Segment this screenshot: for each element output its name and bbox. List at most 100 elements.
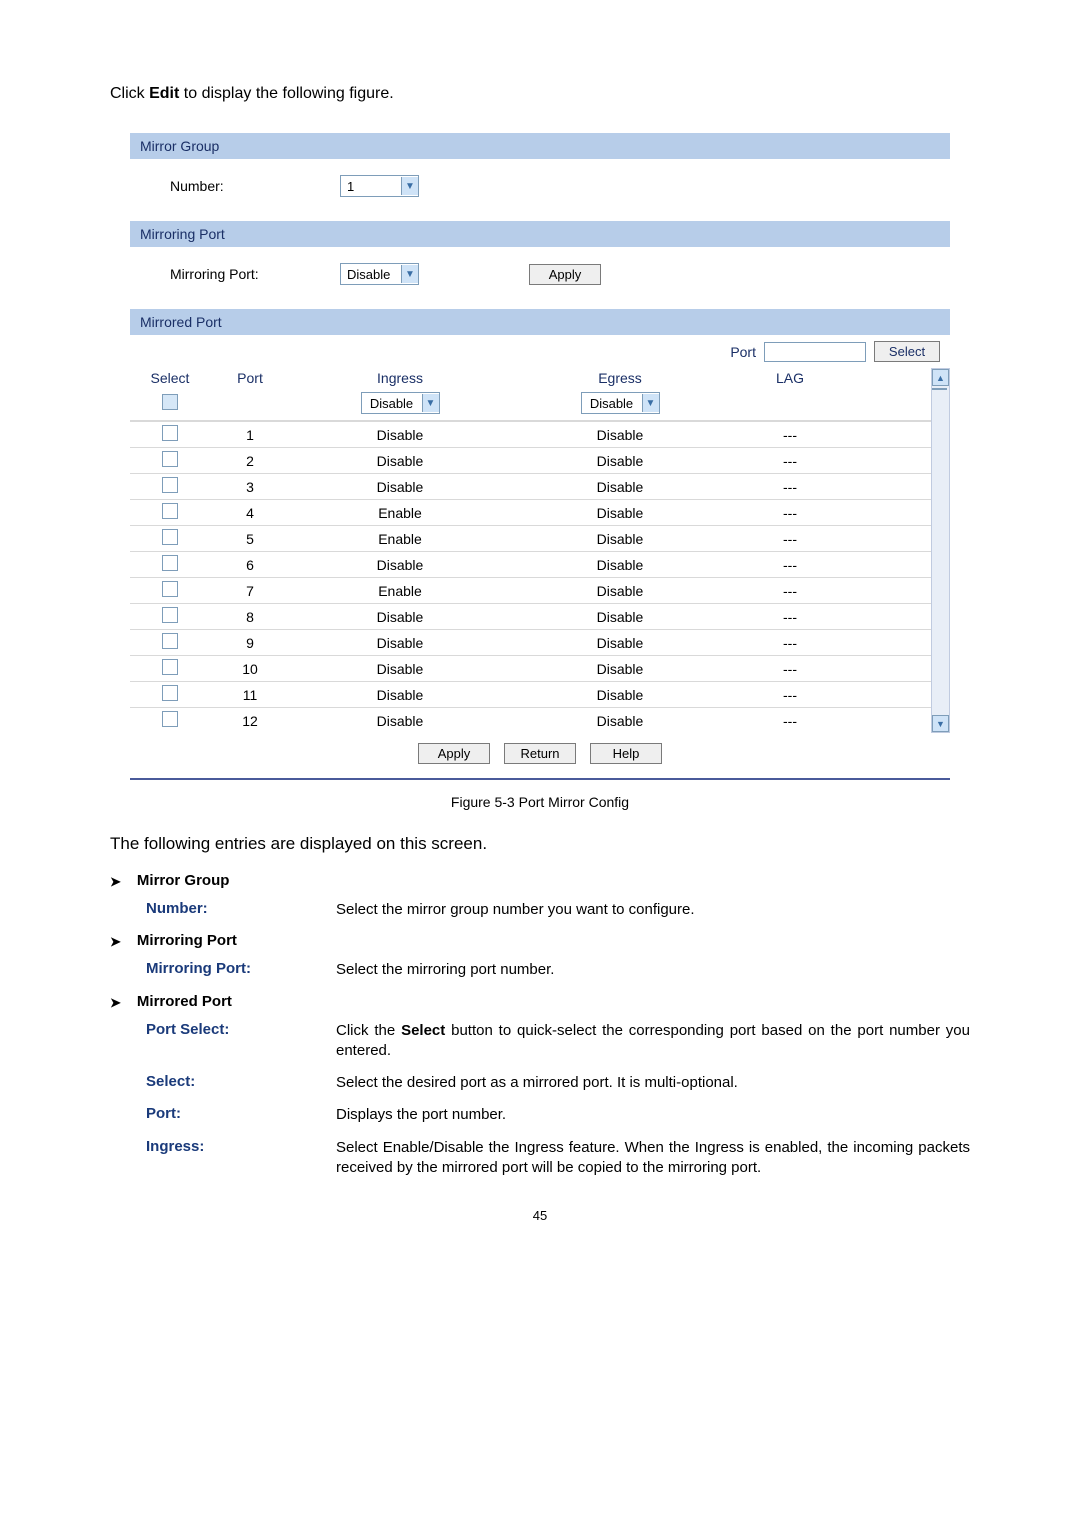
row-checkbox[interactable] [162, 425, 178, 441]
table-row: 10DisableDisable--- [130, 655, 931, 681]
ingress-cell: Disable [290, 635, 510, 651]
row-checkbox[interactable] [162, 477, 178, 493]
scrollbar[interactable]: ▲ ▼ [931, 368, 950, 733]
entry-row: Mirroring Port:Select the mirroring port… [146, 960, 970, 980]
egress-cell: Disable [510, 557, 730, 573]
lag-cell: --- [730, 557, 850, 573]
chevron-down-icon: ▼ [422, 394, 439, 412]
ingress-cell: Disable [290, 661, 510, 677]
entry-row: Port:Displays the port number. [146, 1105, 970, 1125]
ingress-cell: Disable [290, 453, 510, 469]
select-button[interactable]: Select [874, 341, 940, 362]
row-checkbox[interactable] [162, 685, 178, 701]
lag-cell: --- [730, 609, 850, 625]
ingress-cell: Enable [290, 505, 510, 521]
port-cell: 10 [210, 661, 290, 677]
chevron-down-icon: ▼ [642, 394, 659, 412]
lag-cell: --- [730, 661, 850, 677]
port-cell: 3 [210, 479, 290, 495]
table-row: 6DisableDisable--- [130, 551, 931, 577]
table-row: 9DisableDisable--- [130, 629, 931, 655]
entry-row: Number:Select the mirror group number yo… [146, 900, 970, 920]
ingress-cell: Disable [290, 713, 510, 729]
number-label: Number: [140, 178, 330, 194]
lag-cell: --- [730, 505, 850, 521]
page-number: 45 [110, 1208, 970, 1223]
entry-desc: Select the mirroring port number. [336, 960, 970, 980]
intro-text: Click Edit to display the following figu… [110, 85, 970, 103]
number-select[interactable]: 1 ▼ [340, 175, 419, 197]
entry-row: Ingress:Select Enable/Disable the Ingres… [146, 1138, 970, 1179]
scroll-up-icon[interactable]: ▲ [932, 369, 949, 386]
egress-cell: Disable [510, 635, 730, 651]
port-cell: 4 [210, 505, 290, 521]
port-cell: 2 [210, 453, 290, 469]
port-cell: 6 [210, 557, 290, 573]
row-checkbox[interactable] [162, 659, 178, 675]
figure-caption: Figure 5-3 Port Mirror Config [110, 794, 970, 810]
egress-cell: Disable [510, 453, 730, 469]
entry-label: Port: [146, 1105, 336, 1125]
arrow-icon: ➤ [110, 993, 121, 1011]
chevron-down-icon: ▼ [401, 265, 418, 283]
return-button[interactable]: Return [504, 743, 576, 764]
mirroring-port-select[interactable]: Disable ▼ [340, 263, 419, 285]
lag-cell: --- [730, 453, 850, 469]
scroll-thumb[interactable] [932, 388, 947, 390]
port-cell: 11 [210, 687, 290, 703]
entry-label: Number: [146, 900, 336, 920]
egress-cell: Disable [510, 713, 730, 729]
scroll-down-icon[interactable]: ▼ [932, 715, 949, 732]
lag-cell: --- [730, 635, 850, 651]
row-checkbox[interactable] [162, 607, 178, 623]
apply-button[interactable]: Apply [529, 264, 601, 285]
row-checkbox[interactable] [162, 555, 178, 571]
lag-cell: --- [730, 531, 850, 547]
entry-label: Mirroring Port: [146, 960, 336, 980]
row-checkbox[interactable] [162, 711, 178, 727]
port-search-input[interactable] [764, 342, 866, 362]
table-row: 7EnableDisable--- [130, 577, 931, 603]
entry-desc: Click the Select button to quick-select … [336, 1021, 970, 1062]
table-header: Select Port Ingress Egress LAG [130, 368, 931, 388]
mirroring-port-header: Mirroring Port [130, 221, 950, 247]
egress-cell: Disable [510, 479, 730, 495]
row-checkbox[interactable] [162, 503, 178, 519]
divider [130, 778, 950, 780]
ingress-filter-select[interactable]: Disable ▼ [361, 392, 440, 414]
lag-cell: --- [730, 583, 850, 599]
entry-heading: ➤Mirrored Port [110, 993, 970, 1011]
entry-desc: Displays the port number. [336, 1105, 970, 1125]
table-row: 5EnableDisable--- [130, 525, 931, 551]
row-checkbox[interactable] [162, 581, 178, 597]
table-row: 8DisableDisable--- [130, 603, 931, 629]
lag-cell: --- [730, 479, 850, 495]
row-checkbox[interactable] [162, 451, 178, 467]
row-checkbox[interactable] [162, 633, 178, 649]
lag-cell: --- [730, 427, 850, 443]
arrow-icon: ➤ [110, 872, 121, 890]
description-intro: The following entries are displayed on t… [110, 834, 970, 854]
port-cell: 7 [210, 583, 290, 599]
ingress-cell: Enable [290, 531, 510, 547]
entry-label: Port Select: [146, 1021, 336, 1062]
row-checkbox[interactable] [162, 529, 178, 545]
egress-cell: Disable [510, 531, 730, 547]
egress-cell: Disable [510, 427, 730, 443]
config-panel: Mirror Group Number: 1 ▼ Mirroring Port … [130, 133, 950, 780]
select-all-checkbox[interactable] [162, 394, 178, 410]
table-row: 3DisableDisable--- [130, 473, 931, 499]
port-cell: 5 [210, 531, 290, 547]
help-button[interactable]: Help [590, 743, 662, 764]
egress-cell: Disable [510, 661, 730, 677]
entry-desc: Select the desired port as a mirrored po… [336, 1073, 970, 1093]
mirrored-port-header: Mirrored Port [130, 309, 950, 335]
ingress-cell: Disable [290, 609, 510, 625]
ingress-cell: Disable [290, 479, 510, 495]
ingress-cell: Disable [290, 427, 510, 443]
entry-label: Ingress: [146, 1138, 336, 1179]
ingress-cell: Disable [290, 557, 510, 573]
entry-heading: ➤Mirror Group [110, 872, 970, 890]
egress-filter-select[interactable]: Disable ▼ [581, 392, 660, 414]
apply-button[interactable]: Apply [418, 743, 490, 764]
